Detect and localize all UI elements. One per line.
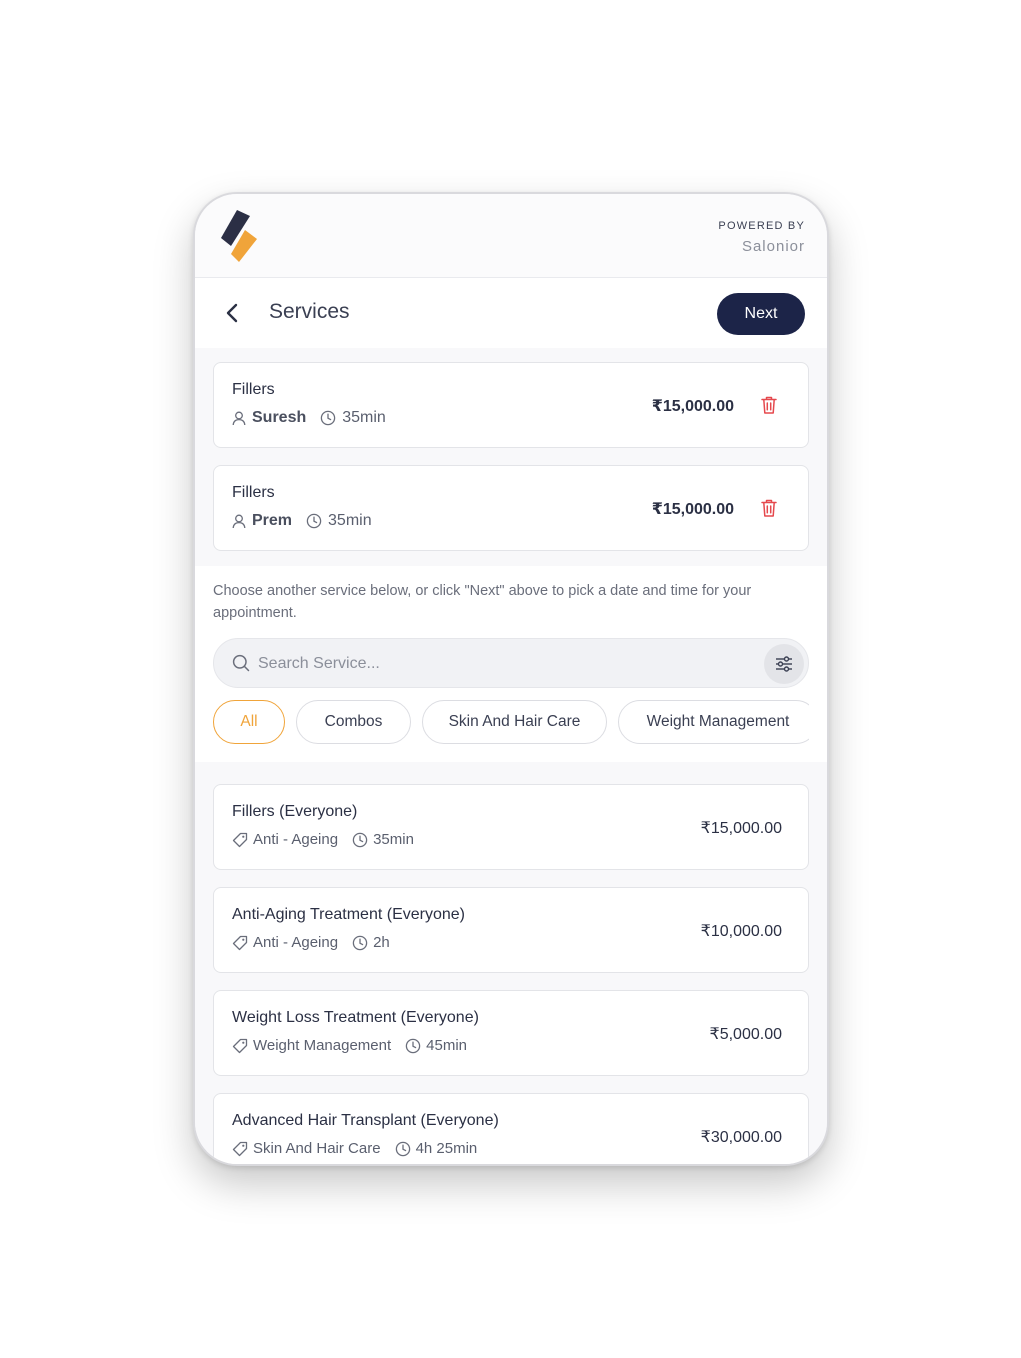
tag-icon [232,832,248,847]
services-list: Fillers (Everyone) Anti - Ageing 35min ₹… [195,762,827,1164]
service-category: Skin And Hair Care [253,1140,381,1157]
page-title: Services [269,300,350,323]
service-meta: Weight Management 45min [232,1037,467,1054]
tag-icon [232,1141,248,1156]
service-meta: Anti - Ageing 2h [232,934,390,951]
clock-icon [352,832,368,847]
chip-skin-and-hair-care[interactable]: Skin And Hair Care [422,700,607,744]
service-name: Fillers (Everyone) [232,803,358,820]
instruction-text: Choose another service below, or click "… [213,583,752,621]
service-name: Advanced Hair Transplant (Everyone) [232,1112,499,1129]
powered-by-name: Salonior [741,238,805,255]
service-category: Anti - Ageing [253,934,339,951]
service-price: ₹5,000.00 [709,1026,782,1043]
service-meta: Skin And Hair Care 4h 25min [232,1140,477,1157]
next-button[interactable]: Next [717,293,805,335]
service-duration: 2h [373,934,390,951]
service-name: Anti-Aging Treatment (Everyone) [232,906,465,923]
service-card[interactable]: Fillers (Everyone) Anti - Ageing 35min ₹… [213,784,809,870]
app-screen: POWERED BY Salonior Services Next Filler… [195,194,827,1164]
service-category: Anti - Ageing [253,831,339,848]
service-price: ₹15,000.00 [700,820,782,837]
search-bar [213,638,809,688]
tablet-frame: POWERED BY Salonior Services Next Filler… [193,192,829,1166]
selected-service-price: ₹15,000.00 [651,398,734,415]
service-duration: 4h 25min [415,1140,478,1157]
back-chevron-icon[interactable] [221,300,243,326]
tag-icon [232,935,248,950]
chip-all[interactable]: All [213,700,285,744]
trash-icon[interactable] [760,395,778,415]
search-icon [232,654,250,672]
selected-service-name: Fillers [232,381,275,398]
salon-logo [221,210,257,262]
service-duration: 45min [426,1037,467,1054]
powered-by: POWERED BY Salonior [718,220,805,255]
powered-by-label: POWERED BY [718,220,805,232]
service-name: Weight Loss Treatment (Everyone) [232,1009,479,1026]
service-duration: 35min [373,831,414,848]
chip-weight-management[interactable]: Weight Management [618,700,809,744]
tag-icon [232,1038,248,1053]
category-chips: All Combos Skin And Hair Care Weight Man… [213,700,809,746]
brand-bar: POWERED BY Salonior [195,194,827,278]
service-price: ₹10,000.00 [700,923,782,940]
filter-button[interactable] [764,644,804,684]
service-meta: Anti - Ageing 35min [232,831,414,848]
service-card[interactable]: Weight Loss Treatment (Everyone) Weight … [213,990,809,1076]
clock-icon [395,1141,410,1156]
clock-icon [405,1038,421,1053]
service-category: Weight Management [253,1037,392,1054]
service-price: ₹30,000.00 [700,1129,782,1146]
clock-icon [352,935,368,950]
page-header: Services Next [195,278,827,348]
sliders-icon [776,656,792,672]
search-input[interactable] [258,649,738,679]
service-card[interactable]: Advanced Hair Transplant (Everyone) Skin… [213,1093,809,1164]
chip-combos[interactable]: Combos [296,700,411,744]
service-card[interactable]: Anti-Aging Treatment (Everyone) Anti - A… [213,887,809,973]
